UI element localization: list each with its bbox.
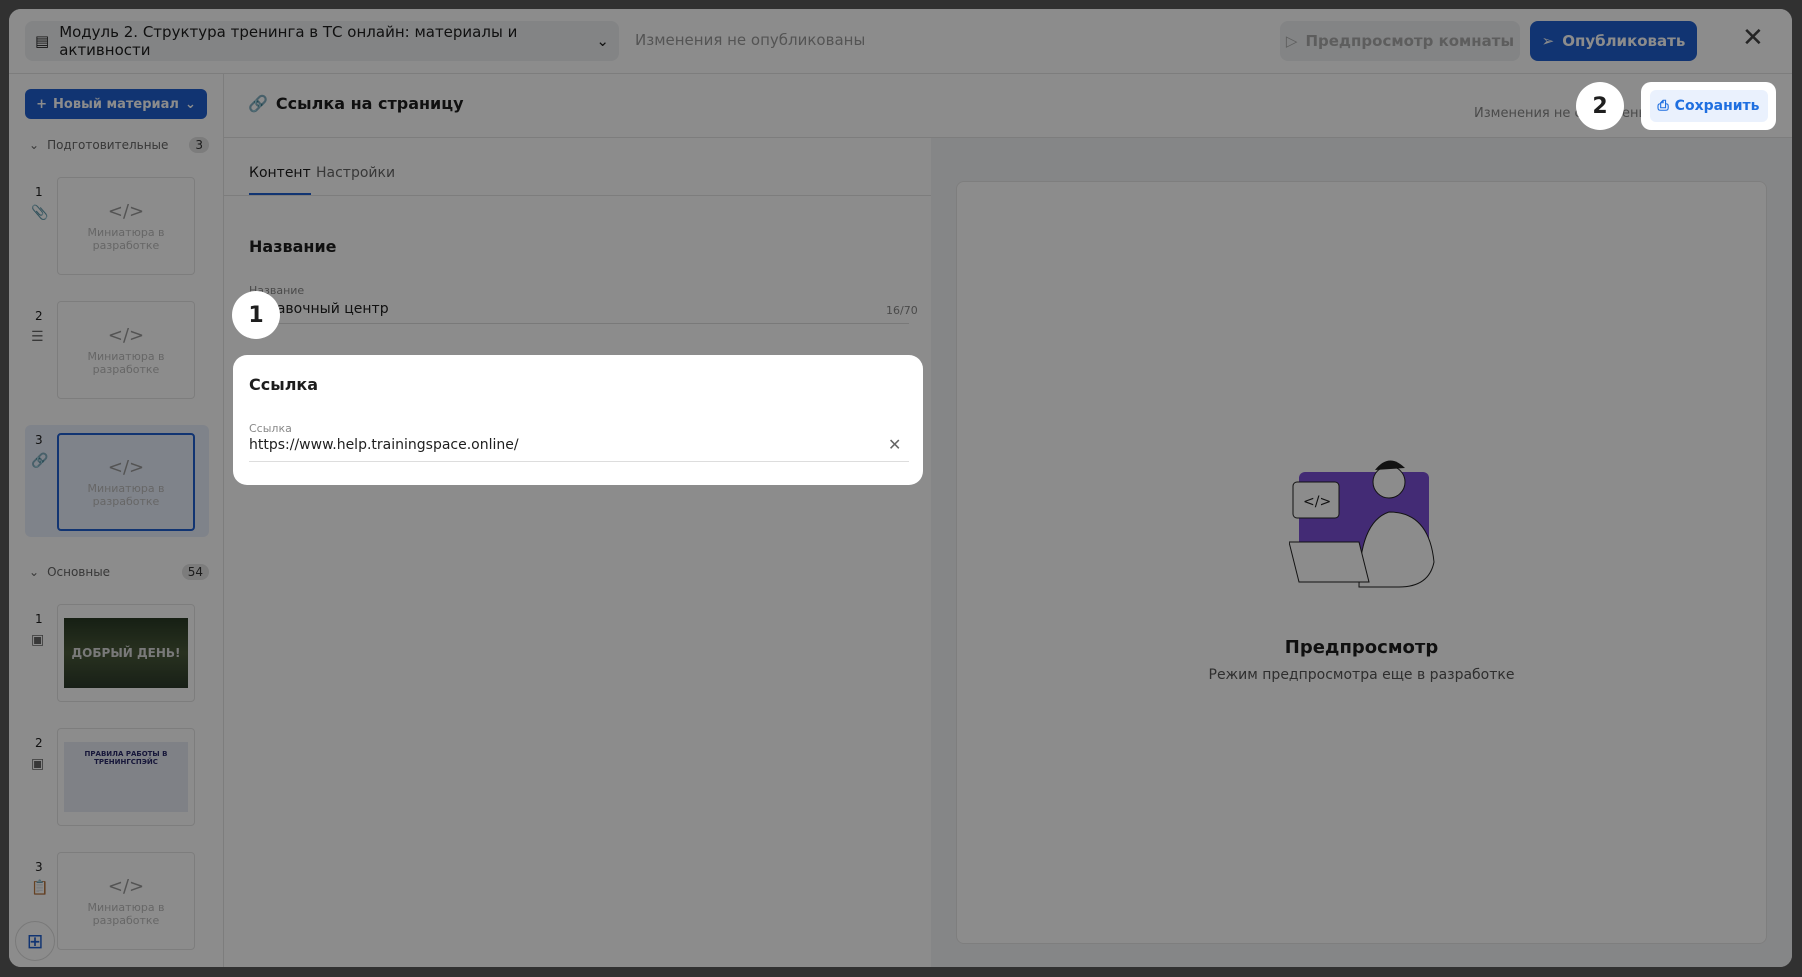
divider [249, 461, 909, 462]
save-highlight: ⎙ Сохранить [1641, 82, 1776, 130]
clear-icon[interactable]: ✕ [888, 435, 901, 454]
dim-overlay [0, 0, 1802, 977]
step-marker-2: 2 [1576, 82, 1624, 130]
link-section-highlight: Ссылка Ссылка https://www.help.trainings… [233, 355, 923, 485]
link-input[interactable]: https://www.help.trainingspace.online/ [249, 437, 519, 453]
step-marker-1: 1 [232, 291, 280, 339]
link-section-title: Ссылка [249, 375, 319, 394]
save-button[interactable]: ⎙ Сохранить [1649, 90, 1768, 122]
save-label: Сохранить [1674, 98, 1760, 114]
link-label: Ссылка [249, 422, 292, 435]
save-icon: ⎙ [1657, 98, 1669, 114]
